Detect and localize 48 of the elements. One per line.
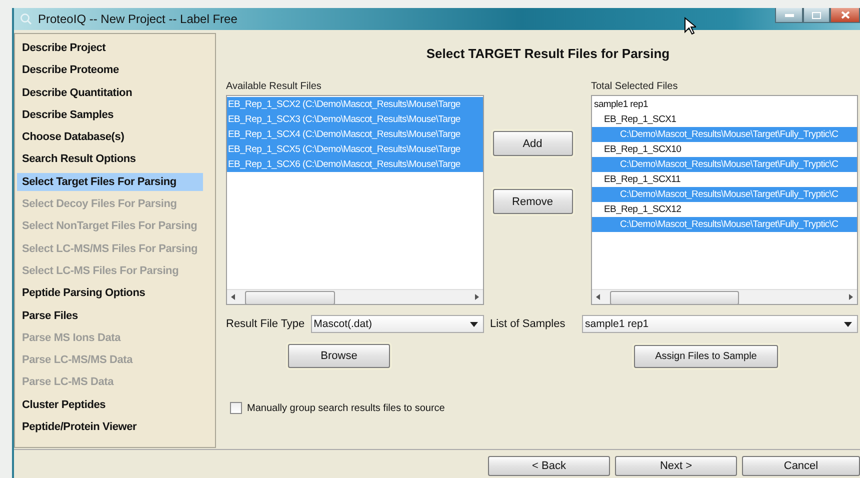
sidebar-item[interactable]: Choose Database(s) — [17, 128, 203, 146]
close-icon — [840, 11, 850, 19]
add-button[interactable]: Add — [492, 131, 572, 156]
sidebar-item[interactable]: Describe Proteome — [17, 61, 203, 80]
horizontal-scrollbar[interactable] — [227, 289, 483, 304]
minimize-icon — [784, 14, 794, 16]
field-label: Result File Type — [226, 318, 305, 330]
sidebar-item[interactable]: Peptide Parsing Options — [17, 284, 203, 302]
list-label: Available Result Files — [226, 81, 322, 94]
scroll-right-icon[interactable] — [849, 294, 853, 300]
maximize-icon — [812, 12, 821, 18]
sidebar-item[interactable]: Describe Quantitation — [17, 84, 203, 102]
caret-icon — [470, 322, 478, 326]
tree-item[interactable]: sample1 rep1 — [592, 97, 857, 112]
scroll-right-icon[interactable] — [475, 294, 479, 300]
horizontal-scrollbar[interactable] — [592, 289, 857, 304]
minimize-button[interactable] — [775, 8, 803, 23]
tree-item[interactable]: EB_Rep_1_SCX11 — [592, 172, 857, 187]
samples-dropdown[interactable]: sample1 rep1 — [582, 315, 858, 333]
sidebar-item[interactable]: Describe Project — [17, 39, 203, 57]
tree-item[interactable]: EB_Rep_1_SCX12 — [592, 202, 857, 217]
caret-icon — [844, 322, 852, 326]
tree-item[interactable]: EB_Rep_1_SCX10 — [592, 142, 857, 157]
maximize-button[interactable] — [803, 8, 830, 23]
browse-button[interactable]: Browse — [288, 344, 390, 368]
sidebar-item[interactable]: Cluster Peptides — [17, 396, 203, 414]
scroll-left-icon[interactable] — [231, 294, 235, 300]
manual-group-checkbox[interactable]: Manually group search results files to source — [230, 402, 860, 414]
tree-item[interactable]: EB_Rep_1_SCX1 — [592, 112, 857, 127]
sidebar-item[interactable]: Peptide/Protein Viewer — [17, 418, 203, 436]
nav-button[interactable]: < Back — [488, 456, 610, 476]
close-button[interactable] — [830, 8, 860, 23]
assign-button[interactable]: Assign Files to Sample — [634, 344, 778, 368]
search-icon — [20, 13, 32, 25]
window-title: ProteoIQ -- New Project -- Label Free — [38, 12, 238, 26]
page-heading: Select TARGET Result Files for Parsing — [425, 46, 671, 61]
sidebar-item[interactable]: Parse Files — [17, 306, 203, 325]
sidebar-item[interactable]: Search Result Options — [17, 150, 203, 168]
sidebar-item[interactable]: Describe Samples — [17, 106, 203, 124]
cursor-icon — [684, 17, 696, 35]
list-label: Total Selected Files — [591, 81, 678, 94]
nav-button[interactable]: Next > — [615, 456, 737, 476]
scroll-left-icon[interactable] — [596, 294, 600, 300]
sidebar-item[interactable]: Select Target Files For Parsing — [17, 172, 203, 191]
file-type-dropdown[interactable]: Mascot(.dat) — [310, 315, 484, 333]
field-label: List of Samples — [489, 318, 566, 330]
nav-button[interactable]: Cancel — [742, 456, 860, 476]
remove-button[interactable]: Remove — [492, 189, 572, 214]
